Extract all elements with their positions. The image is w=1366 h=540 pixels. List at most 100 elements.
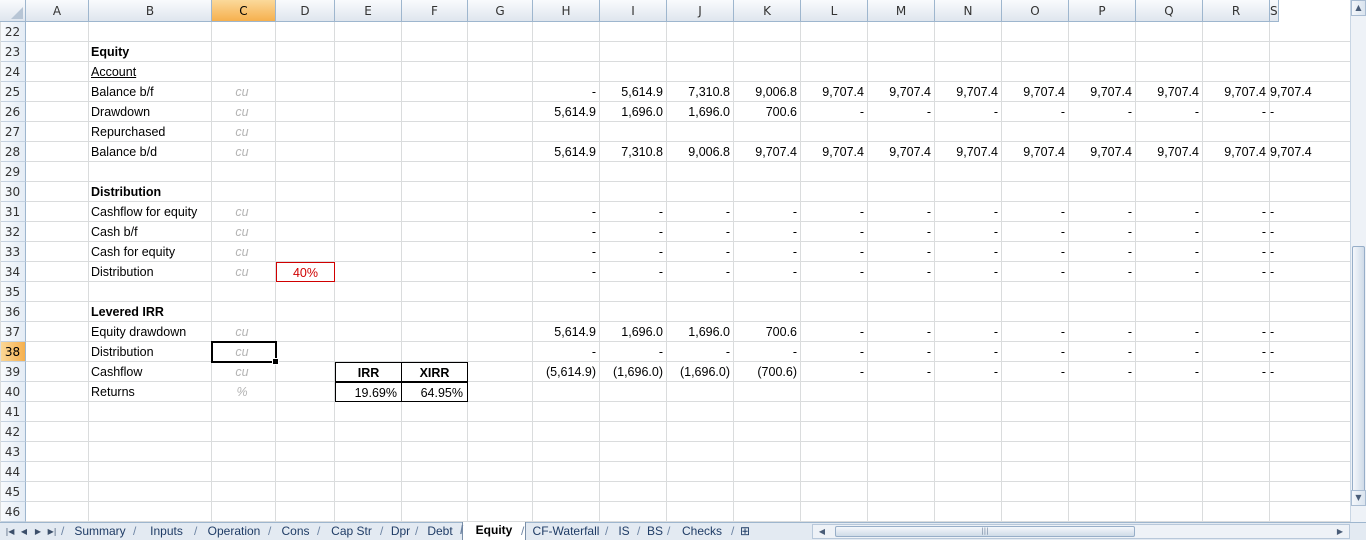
sheet-tab-operation[interactable]: Operation <box>194 523 271 540</box>
row-header-44[interactable]: 44 <box>0 462 26 482</box>
row-header-46[interactable]: 46 <box>0 502 26 522</box>
scroll-down-icon[interactable]: ▼ <box>1351 490 1366 506</box>
value-cell: 700.6 <box>765 325 797 339</box>
active-cell-c38[interactable] <box>211 341 279 365</box>
column-header-o[interactable]: O <box>1002 0 1069 22</box>
sheet-tab-checks[interactable]: Checks <box>667 523 734 540</box>
prev-sheet-icon[interactable]: ◀ <box>18 525 30 538</box>
gridline-vertical <box>88 22 89 522</box>
value-cell: 1,696.0 <box>621 105 663 119</box>
column-header-r[interactable]: R <box>1203 0 1270 22</box>
row-header-39[interactable]: 39 <box>0 362 26 382</box>
row-header-36[interactable]: 36 <box>0 302 26 322</box>
row-header-42[interactable]: 42 <box>0 422 26 442</box>
sheet-tab-is[interactable]: IS <box>605 523 640 540</box>
insert-sheet-icon[interactable]: ⊞ <box>731 523 756 540</box>
value-cell: - <box>591 85 596 99</box>
sheet-tab-debt[interactable]: Debt <box>415 523 462 540</box>
row-header-35[interactable]: 35 <box>0 282 26 302</box>
value-cell: - <box>1194 265 1199 279</box>
row-header-45[interactable]: 45 <box>0 482 26 502</box>
value-cell: - <box>859 325 864 339</box>
select-all-corner[interactable] <box>0 0 26 22</box>
column-header-k[interactable]: K <box>734 0 801 22</box>
last-sheet-icon[interactable]: ▶| <box>46 525 58 538</box>
sheet-tab-equity[interactable]: Equity <box>460 522 526 540</box>
scroll-right-icon[interactable]: ▶ <box>1333 525 1347 538</box>
scroll-up-icon[interactable]: ▲ <box>1351 0 1366 16</box>
column-header-b[interactable]: B <box>89 0 212 22</box>
column-header-n[interactable]: N <box>935 0 1002 22</box>
column-header-h[interactable]: H <box>533 0 600 22</box>
row-header-41[interactable]: 41 <box>0 402 26 422</box>
row-header-31[interactable]: 31 <box>0 202 26 222</box>
distribution-rate-input[interactable]: 40% <box>276 262 335 282</box>
row-header-40[interactable]: 40 <box>0 382 26 402</box>
value-cell: - <box>1194 245 1199 259</box>
value-cell: - <box>1270 265 1275 279</box>
value-cell: - <box>993 105 998 119</box>
value-cell: - <box>1194 205 1199 219</box>
row-header-25[interactable]: 25 <box>0 82 26 102</box>
row-header-29[interactable]: 29 <box>0 162 26 182</box>
sheet-tab-summary[interactable]: Summary <box>61 523 136 540</box>
row-header-37[interactable]: 37 <box>0 322 26 342</box>
row-header-30[interactable]: 30 <box>0 182 26 202</box>
gridline-horizontal <box>26 461 1350 462</box>
row-header-32[interactable]: 32 <box>0 222 26 242</box>
column-header-m[interactable]: M <box>868 0 935 22</box>
sheet-tab-dpr[interactable]: Dpr <box>380 523 418 540</box>
row-header-27[interactable]: 27 <box>0 122 26 142</box>
value-cell: - <box>1060 325 1065 339</box>
scroll-left-icon[interactable]: ◀ <box>815 525 829 538</box>
first-sheet-icon[interactable]: |◀ <box>4 525 16 538</box>
horizontal-scrollbar[interactable]: ◀ ||| ▶ <box>812 524 1350 539</box>
horizontal-scroll-thumb[interactable]: ||| <box>835 526 1135 537</box>
gridline-vertical <box>0 22 1 522</box>
value-cell: - <box>591 265 596 279</box>
value-cell: 9,707.4 <box>1090 145 1132 159</box>
vertical-scrollbar[interactable]: ▲ ▼ <box>1350 0 1366 522</box>
value-cell: - <box>859 265 864 279</box>
row-header-28[interactable]: 28 <box>0 142 26 162</box>
row-header-38[interactable]: 38 <box>0 342 26 362</box>
sheet-tab-cons[interactable]: Cons <box>268 523 320 540</box>
row-header-23[interactable]: 23 <box>0 42 26 62</box>
row-header-22[interactable]: 22 <box>0 22 26 42</box>
column-header-p[interactable]: P <box>1069 0 1136 22</box>
row-header-34[interactable]: 34 <box>0 262 26 282</box>
value-cell: - <box>1194 365 1199 379</box>
column-header-q[interactable]: Q <box>1136 0 1203 22</box>
spreadsheet-grid[interactable]: ABCDEFGHIJKLMNOPQRS 22 23 24 25 26 27 28 29 30 31… <box>0 0 1350 522</box>
sheet-tab-inputs[interactable]: Inputs <box>133 523 197 540</box>
value-cell: - <box>993 365 998 379</box>
unit-cell: cu <box>235 125 249 139</box>
value-cell: 9,707.4 <box>1270 145 1312 159</box>
column-header-e[interactable]: E <box>335 0 402 22</box>
value-cell: - <box>658 245 663 259</box>
column-header-s[interactable]: S <box>1270 0 1279 22</box>
sheet-tab-cap-str[interactable]: Cap Str <box>317 523 383 540</box>
row-header-24[interactable]: 24 <box>0 62 26 82</box>
column-header-j[interactable]: J <box>667 0 734 22</box>
row-header-26[interactable]: 26 <box>0 102 26 122</box>
value-cell: - <box>1261 225 1266 239</box>
value-cell: - <box>1127 105 1132 119</box>
sheet-tab-bs[interactable]: BS <box>637 523 670 540</box>
value-cell: - <box>1270 245 1275 259</box>
vertical-scroll-thumb[interactable] <box>1352 246 1365 506</box>
value-cell: - <box>993 245 998 259</box>
column-header-d[interactable]: D <box>276 0 335 22</box>
row-header-43[interactable]: 43 <box>0 442 26 462</box>
value-cell: 9,707.4 <box>1023 85 1065 99</box>
next-sheet-icon[interactable]: ▶ <box>32 525 44 538</box>
column-header-c[interactable]: C <box>212 0 276 22</box>
column-header-a[interactable]: A <box>26 0 89 22</box>
column-header-l[interactable]: L <box>801 0 868 22</box>
column-header-g[interactable]: G <box>468 0 533 22</box>
column-header-f[interactable]: F <box>402 0 468 22</box>
column-header-i[interactable]: I <box>600 0 667 22</box>
sheet-tab-cf-waterfall[interactable]: CF-Waterfall <box>521 523 608 540</box>
sheet-tab-bar: |◀ ◀ ▶ ▶| SummaryInputsOperationConsCap … <box>0 522 1366 540</box>
row-header-33[interactable]: 33 <box>0 242 26 262</box>
